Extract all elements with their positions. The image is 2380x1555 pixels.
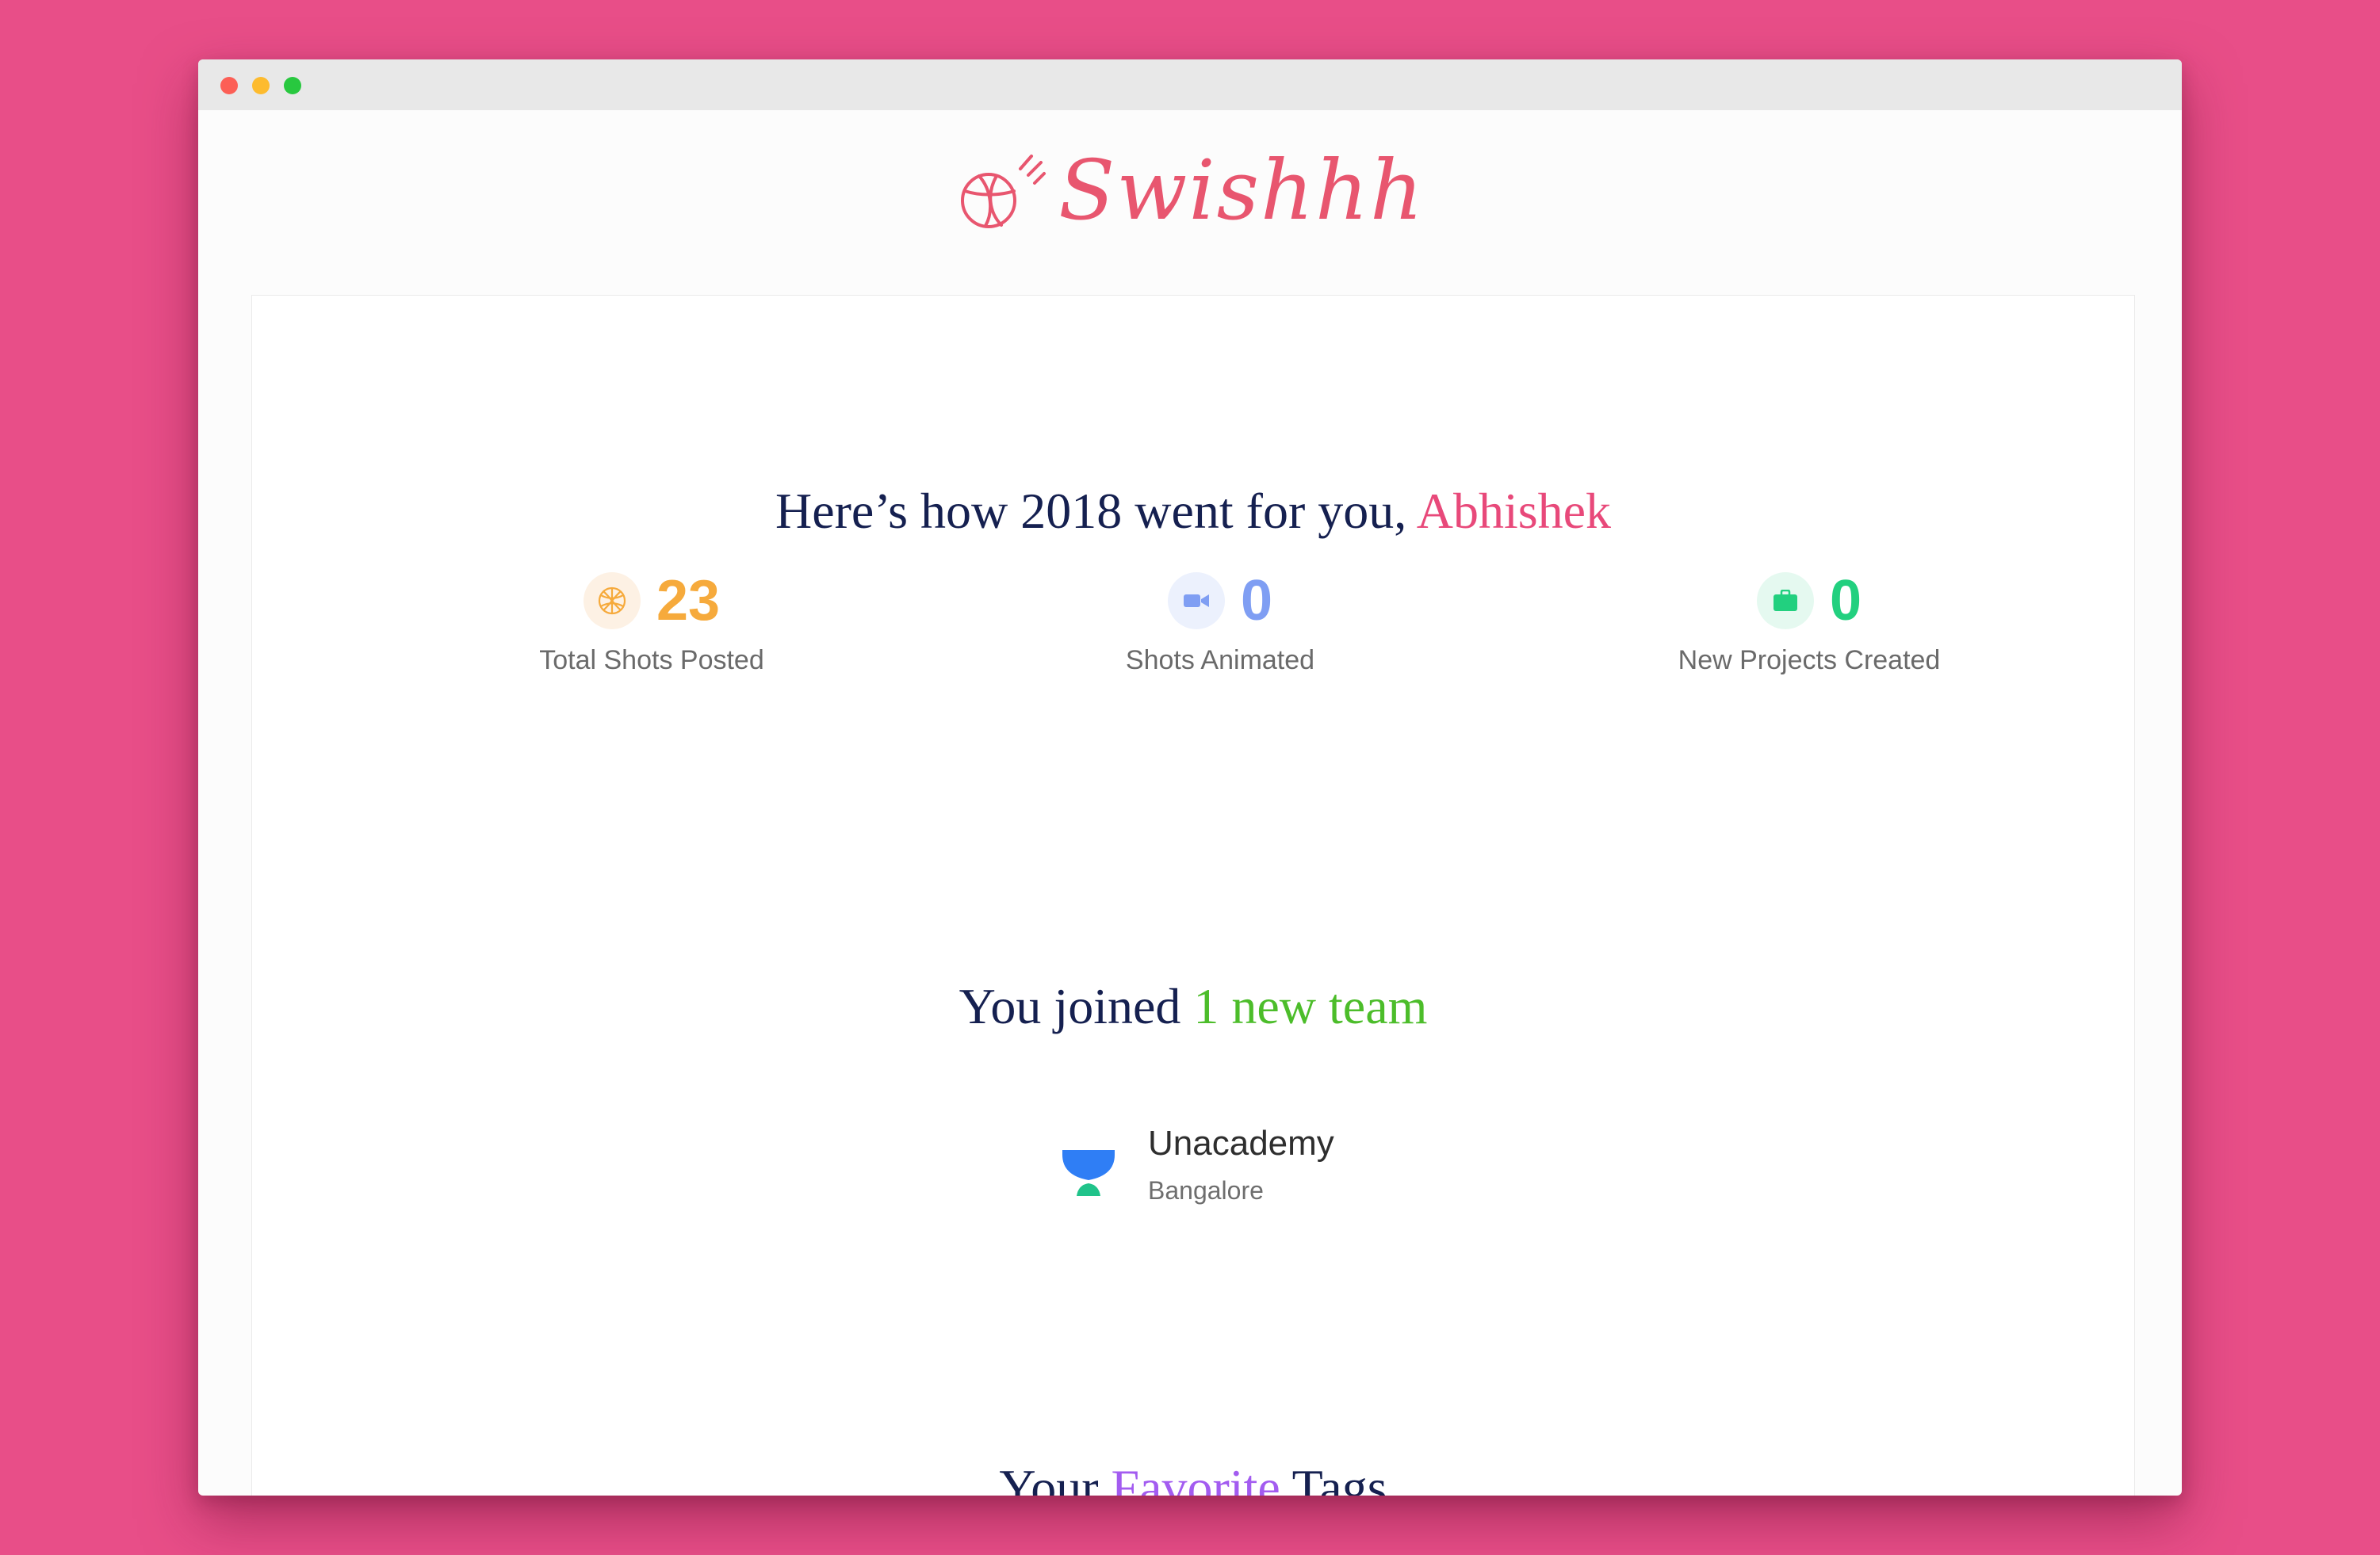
teams-count: 1 new team <box>1193 978 1428 1034</box>
basketball-logo-icon <box>961 155 1047 228</box>
user-name: Abhishek <box>1416 483 1612 539</box>
headline-text: Here’s how 2018 went for you, <box>775 483 1417 539</box>
favorite-tags-heading: Your Favorite Tags <box>252 1458 2134 1496</box>
window-titlebar <box>198 59 2182 110</box>
team-name: Unacademy <box>1148 1124 1334 1163</box>
team-location: Bangalore <box>1148 1176 1264 1205</box>
stat-value: 23 <box>656 569 721 632</box>
stat-label: Shots Animated <box>1125 645 1315 675</box>
stat-label: Total Shots Posted <box>539 645 764 675</box>
stat-value: 0 <box>1240 569 1273 632</box>
close-window-button[interactable] <box>220 77 238 94</box>
stat-value: 0 <box>1829 569 1862 632</box>
basketball-icon <box>583 572 641 629</box>
tags-heading-prefix: Your <box>999 1459 1112 1496</box>
stat-shots-animated: 0 Shots Animated <box>1014 569 1426 676</box>
stat-new-projects: 0 New Projects Created <box>1603 569 2015 676</box>
teams-heading-text: You joined <box>959 978 1194 1034</box>
brand-name: Swishhh <box>1058 142 1425 239</box>
brand-logo: Swishhh <box>198 147 2182 234</box>
minimize-window-button[interactable] <box>252 77 270 94</box>
browser-window: Swishhh Here’s how 2018 went for you, Ab… <box>198 59 2182 1496</box>
year-summary-card: Here’s how 2018 went for you, Abhishek 2… <box>251 295 2135 1496</box>
briefcase-icon <box>1756 572 1814 629</box>
team-item-unacademy[interactable]: Unacademy Bangalore <box>1061 1124 1473 1227</box>
video-camera-icon <box>1167 572 1225 629</box>
tags-heading-suffix: Tags <box>1280 1459 1387 1496</box>
unacademy-logo-icon <box>1062 1150 1115 1196</box>
summary-headline: Here’s how 2018 went for you, Abhishek <box>252 482 2134 541</box>
teams-heading: You joined 1 new team <box>252 977 2134 1036</box>
stat-total-shots: 23 Total Shots Posted <box>446 569 858 676</box>
maximize-window-button[interactable] <box>284 77 301 94</box>
stat-label: New Projects Created <box>1678 645 1941 675</box>
tags-heading-accent: Favorite <box>1111 1459 1280 1496</box>
